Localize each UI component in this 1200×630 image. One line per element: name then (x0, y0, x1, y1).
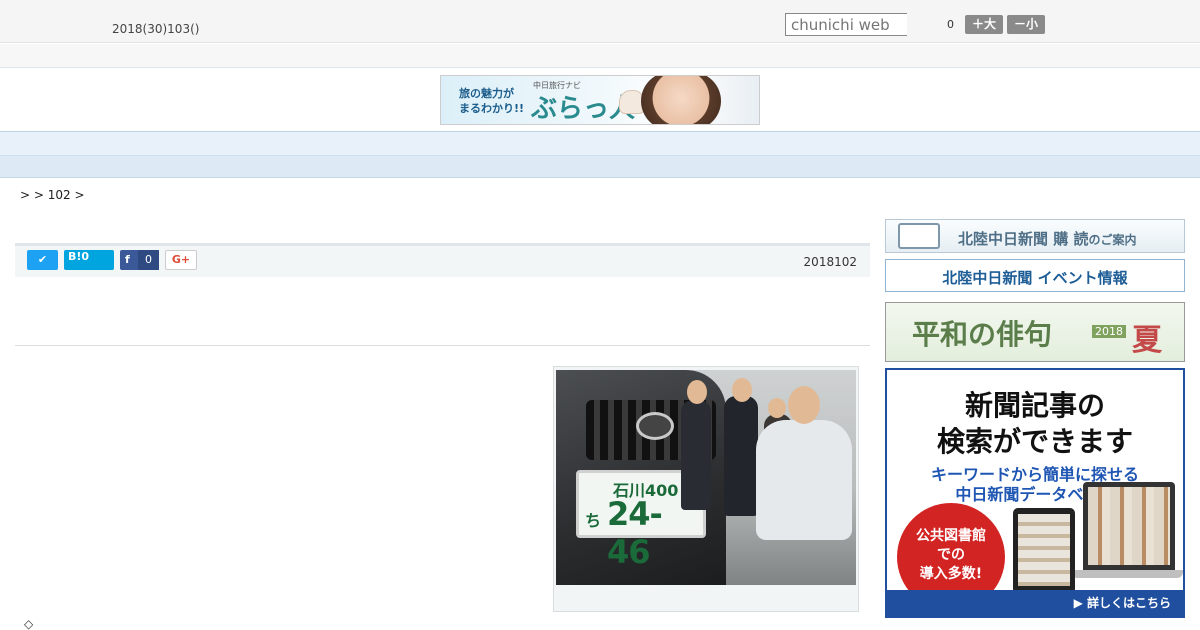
font-size-down-button[interactable]: －小 (1007, 15, 1045, 34)
events-label: 北陸中日新聞 イベント情報 (942, 269, 1128, 287)
db-more-link[interactable]: ▶ 詳しくはこちら (887, 590, 1183, 616)
breadcrumb: > > 102 > (20, 188, 85, 202)
crouching-man (756, 420, 852, 540)
haiku-title: 平和の俳句 (912, 318, 1053, 351)
subscription-banner[interactable]: 北陸中日新聞 購 読のご案内 (885, 219, 1185, 253)
google-plus-button[interactable]: G+ (165, 250, 197, 270)
twitter-share-button[interactable]: ✔ (27, 250, 58, 270)
crouching-man-head (788, 386, 820, 424)
person-head (732, 378, 752, 402)
article-database-ad[interactable]: 新聞記事の 検索ができます キーワードから簡単に探せる 中日新聞データベース 公… (885, 368, 1185, 618)
subscription-label: 北陸中日新聞 購 読のご案内 (958, 230, 1137, 248)
events-banner[interactable]: 北陸中日新聞 イベント情報 (885, 259, 1185, 292)
tablet-image (1013, 508, 1075, 594)
haiku-season: 夏 (1132, 323, 1162, 358)
article-date: 2018102 (803, 255, 857, 269)
plate-kana: ち (585, 511, 602, 530)
banner-copy: 旅の魅力が まるわかり!! (459, 87, 525, 115)
newspaper-icon (898, 223, 940, 249)
person-head (768, 398, 786, 418)
peace-haiku-banner[interactable]: 平和の俳句 2018 夏 (885, 302, 1185, 362)
article-photo[interactable]: 石川400 ち 24-46 (553, 366, 859, 612)
article-divider (15, 345, 870, 346)
sub-bar (0, 44, 1200, 68)
twitter-icon: ✔ (37, 253, 48, 266)
person-figure (681, 400, 711, 510)
diamond-marker: ◇ (24, 617, 34, 630)
license-plate-photo: 石川400 ち 24-46 (556, 370, 856, 585)
main-nav (0, 131, 1200, 156)
db-title-line2: 検索ができます (936, 425, 1133, 458)
laptop-image (1083, 482, 1175, 570)
search-input[interactable] (785, 13, 907, 36)
haiku-year: 2018 (1092, 325, 1126, 338)
share-bar: ✔ B!0 f 0 G+ 2018102 (15, 243, 870, 277)
counter: 0 (947, 18, 954, 31)
car-badge (636, 412, 674, 440)
facebook-count: 0 (138, 250, 159, 270)
facebook-icon: f (125, 253, 130, 266)
hatena-bookmark-button[interactable]: B!0 (64, 250, 114, 270)
facebook-share-button[interactable]: f 0 (120, 250, 159, 270)
top-bar: 2018(30)103() 0 ＋大 －小 (0, 0, 1200, 43)
person-figure (724, 396, 758, 516)
woman-image (641, 76, 721, 124)
header-date: 2018(30)103() (112, 22, 200, 36)
travel-ad-banner[interactable]: 旅の魅力が まるわかり!! 中日旅行ナビ ぶらっ人 (440, 75, 760, 125)
person-head (687, 380, 707, 404)
laptop-base (1071, 570, 1183, 578)
font-size-up-button[interactable]: ＋大 (965, 15, 1003, 34)
db-title-line1: 新聞記事の (964, 389, 1105, 422)
sub-nav (0, 156, 1200, 178)
